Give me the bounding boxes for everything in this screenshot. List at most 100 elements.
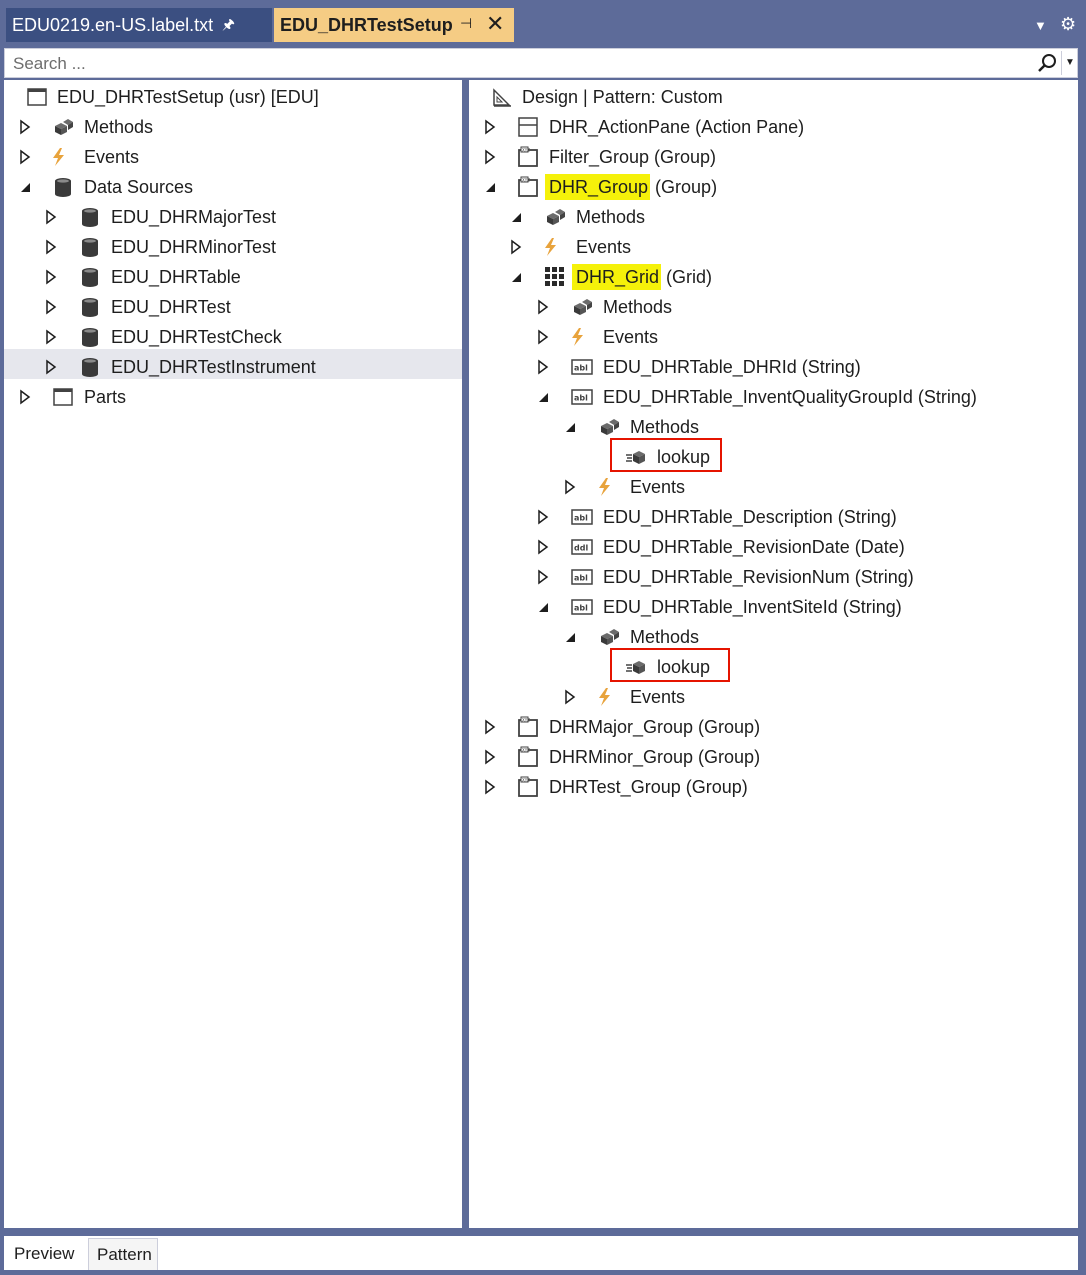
tree-node-parts-label: Parts <box>84 387 127 407</box>
parts-icon <box>52 386 74 408</box>
tree-node-field[interactable]: EDU_DHRTable_RevisionDate (Date) <box>469 532 1078 562</box>
collapsed-arrow-icon[interactable] <box>509 239 523 255</box>
collapsed-arrow-icon[interactable] <box>483 779 497 795</box>
field-label: EDU_DHRTable_RevisionDate (Date) <box>603 537 905 557</box>
tree-node-root-label: EDU_DHRTestSetup (usr) [EDU] <box>57 87 319 107</box>
tab-label-file[interactable]: EDU0219.en-US.label.txt 🖈︎ <box>6 8 272 42</box>
collapsed-arrow-icon[interactable] <box>18 149 32 165</box>
tree-node-data-sources[interactable]: Data Sources <box>4 172 462 202</box>
tree-node-field-events[interactable]: Events <box>469 472 1078 502</box>
tree-node-lookup-method[interactable]: lookup <box>469 652 1078 682</box>
tree-node-methods[interactable]: Methods <box>4 112 462 142</box>
tree-node-dhr-group[interactable]: DHR_Group (Group) <box>469 172 1078 202</box>
tree-node-group-methods-label: Methods <box>576 207 646 227</box>
gear-icon[interactable]: ⚙ <box>1060 14 1076 35</box>
collapsed-arrow-icon[interactable] <box>536 539 550 555</box>
datasource-label: EDU_DHRMajorTest <box>111 207 277 227</box>
tree-node-datasource[interactable]: EDU_DHRTable <box>4 262 462 292</box>
tree-node-grid-events[interactable]: Events <box>469 322 1078 352</box>
bottom-tab-bar: Preview Pattern <box>4 1236 1078 1270</box>
collapsed-arrow-icon[interactable] <box>536 569 550 585</box>
pin-icon[interactable]: 🖈︎ <box>222 14 235 38</box>
expanded-arrow-icon[interactable] <box>563 629 577 645</box>
tree-node-field[interactable]: EDU_DHRTable_RevisionNum (String) <box>469 562 1078 592</box>
field-label: EDU_DHRTable_InventQualityGroupId (Strin… <box>603 387 977 407</box>
tree-node-field-methods[interactable]: Methods <box>469 622 1078 652</box>
tree-node-root[interactable]: EDU_DHRTestSetup (usr) [EDU] <box>4 82 462 112</box>
collapsed-arrow-icon[interactable] <box>44 329 58 345</box>
search-input[interactable] <box>11 52 1025 76</box>
datasource-label: EDU_DHRMinorTest <box>111 237 277 257</box>
search-options-dropdown-icon[interactable]: ▼ <box>1061 51 1078 75</box>
tree-node-dhr-grid[interactable]: DHR_Grid (Grid) <box>469 262 1078 292</box>
database-icon <box>79 266 101 288</box>
collapsed-arrow-icon[interactable] <box>18 389 32 405</box>
tree-node-field-events-label: Events <box>630 477 686 497</box>
tree-node-datasource[interactable]: EDU_DHRMinorTest <box>4 232 462 262</box>
tree-node-field-methods[interactable]: Methods <box>469 412 1078 442</box>
collapsed-arrow-icon[interactable] <box>44 239 58 255</box>
collapsed-arrow-icon[interactable] <box>44 269 58 285</box>
tree-node-group-events[interactable]: Events <box>469 232 1078 262</box>
collapsed-arrow-icon[interactable] <box>483 749 497 765</box>
expanded-arrow-icon[interactable] <box>509 269 523 285</box>
group-icon <box>517 776 539 798</box>
tree-node-major-group[interactable]: DHRMajor_Group (Group) <box>469 712 1078 742</box>
tree-node-field-events[interactable]: Events <box>469 682 1078 712</box>
tree-node-field[interactable]: EDU_DHRTable_InventSiteId (String) <box>469 592 1078 622</box>
tab-dhrtestsetup[interactable]: EDU_DHRTestSetup ⊣ ✕ <box>274 8 514 42</box>
tree-node-datasource[interactable]: EDU_DHRMajorTest <box>4 202 462 232</box>
collapsed-arrow-icon[interactable] <box>536 299 550 315</box>
tab-list-dropdown-icon[interactable]: ▼ <box>1034 18 1047 33</box>
tree-node-filter-group[interactable]: Filter_Group (Group) <box>469 142 1078 172</box>
database-icon <box>79 326 101 348</box>
tree-node-group-methods[interactable]: Methods <box>469 202 1078 232</box>
expanded-arrow-icon[interactable] <box>483 179 497 195</box>
close-icon[interactable]: ✕ <box>486 11 504 37</box>
tree-node-lookup-method[interactable]: lookup <box>469 442 1078 472</box>
expanded-arrow-icon[interactable] <box>563 419 577 435</box>
tree-node-events-label: Events <box>84 147 140 167</box>
collapsed-arrow-icon[interactable] <box>483 149 497 165</box>
collapsed-arrow-icon[interactable] <box>44 299 58 315</box>
collapsed-arrow-icon[interactable] <box>483 119 497 135</box>
collapsed-arrow-icon[interactable] <box>563 479 577 495</box>
tree-node-field[interactable]: EDU_DHRTable_InventQualityGroupId (Strin… <box>469 382 1078 412</box>
date-field-icon <box>571 536 593 558</box>
collapsed-arrow-icon[interactable] <box>536 509 550 525</box>
tree-node-events[interactable]: Events <box>4 142 462 172</box>
methods-icon <box>598 626 620 648</box>
collapsed-arrow-icon[interactable] <box>44 209 58 225</box>
tree-node-datasource[interactable]: EDU_DHRTest <box>4 292 462 322</box>
tree-node-field[interactable]: EDU_DHRTable_Description (String) <box>469 502 1078 532</box>
tree-node-parts[interactable]: Parts <box>4 382 462 412</box>
expanded-arrow-icon[interactable] <box>536 599 550 615</box>
search-icon[interactable] <box>1037 53 1057 73</box>
tree-node-minor-group[interactable]: DHRMinor_Group (Group) <box>469 742 1078 772</box>
expanded-arrow-icon[interactable] <box>18 179 32 195</box>
tab-pattern[interactable]: Pattern <box>88 1238 158 1270</box>
expanded-arrow-icon[interactable] <box>536 389 550 405</box>
collapsed-arrow-icon[interactable] <box>536 359 550 375</box>
tree-node-datasource[interactable]: EDU_DHRTestCheck <box>4 322 462 352</box>
collapsed-arrow-icon[interactable] <box>563 689 577 705</box>
tree-node-grid-methods[interactable]: Methods <box>469 292 1078 322</box>
lightning-icon <box>540 236 562 258</box>
tree-node-datasource-selected[interactable]: EDU_DHRTestInstrument <box>4 349 462 379</box>
tree-node-methods-label: Methods <box>84 117 154 137</box>
tree-node-group-events-label: Events <box>576 237 632 257</box>
tree-node-test-group[interactable]: DHRTest_Group (Group) <box>469 772 1078 802</box>
collapsed-arrow-icon[interactable] <box>536 329 550 345</box>
collapsed-arrow-icon[interactable] <box>18 119 32 135</box>
tree-node-design[interactable]: Design | Pattern: Custom <box>469 82 1078 112</box>
right-tree-panel: Design | Pattern: Custom DHR_ActionPane … <box>469 80 1078 1228</box>
panel-splitter[interactable] <box>462 80 469 1228</box>
tree-node-action-pane[interactable]: DHR_ActionPane (Action Pane) <box>469 112 1078 142</box>
collapsed-arrow-icon[interactable] <box>483 719 497 735</box>
expanded-arrow-icon[interactable] <box>509 209 523 225</box>
collapsed-arrow-icon[interactable] <box>44 359 58 375</box>
string-field-icon <box>571 356 593 378</box>
tree-node-field[interactable]: EDU_DHRTable_DHRId (String) <box>469 352 1078 382</box>
pin-icon[interactable]: ⊣ <box>460 15 472 32</box>
tab-preview[interactable]: Preview <box>6 1238 86 1270</box>
